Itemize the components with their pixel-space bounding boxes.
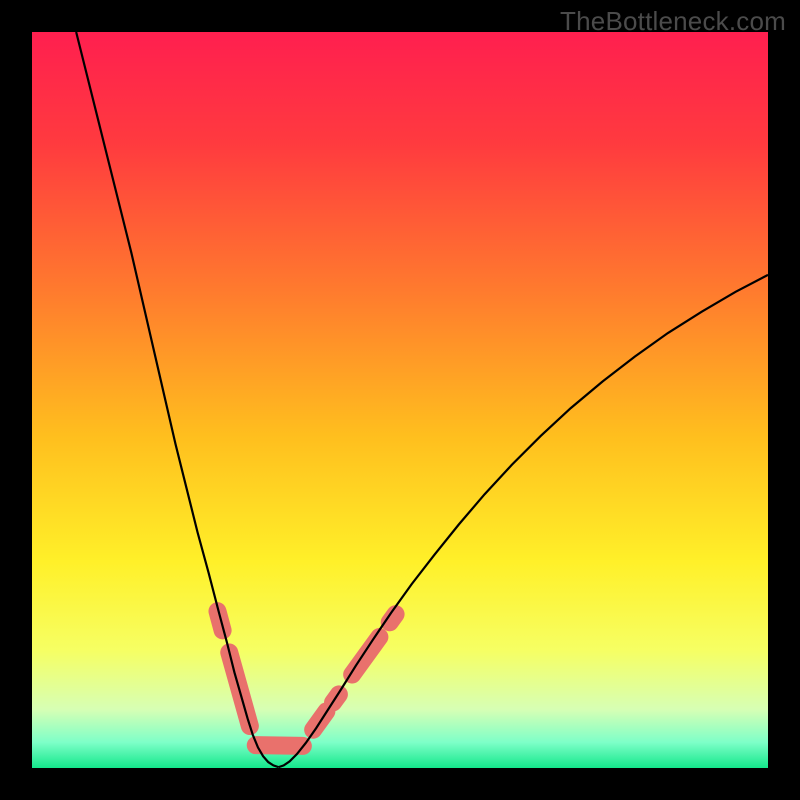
highlight-segment [352,637,379,675]
left-curve [76,32,278,767]
highlight-segments [217,611,395,746]
curves-layer [32,32,768,768]
highlight-segment [256,745,303,746]
plot-area [32,32,768,768]
chart-frame: TheBottleneck.com [0,0,800,800]
right-curve [279,275,768,767]
